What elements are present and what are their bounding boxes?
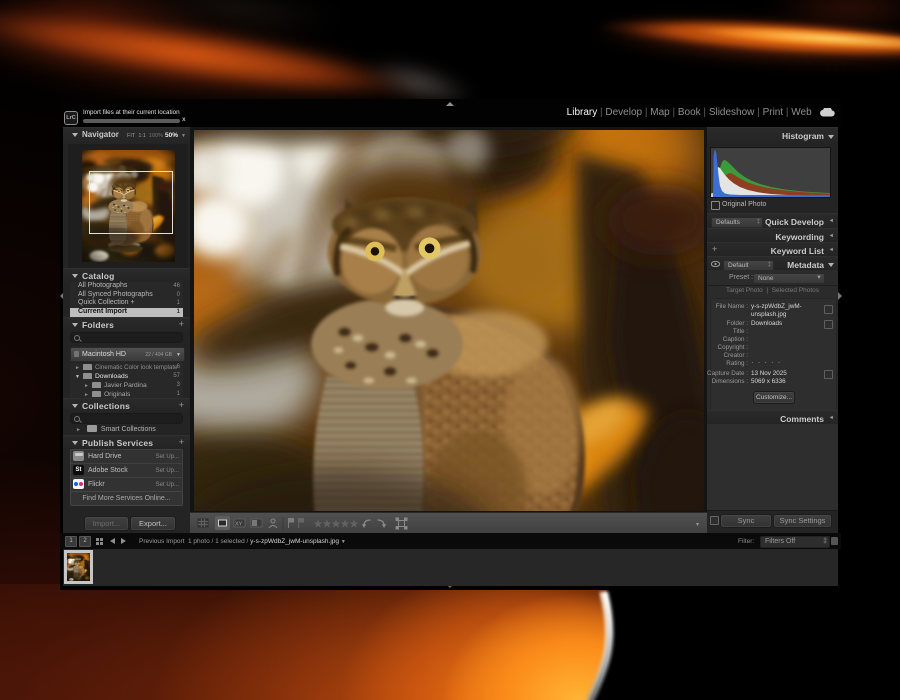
svg-text:XY: XY bbox=[235, 522, 243, 528]
svg-text:▾: ▾ bbox=[696, 522, 699, 528]
